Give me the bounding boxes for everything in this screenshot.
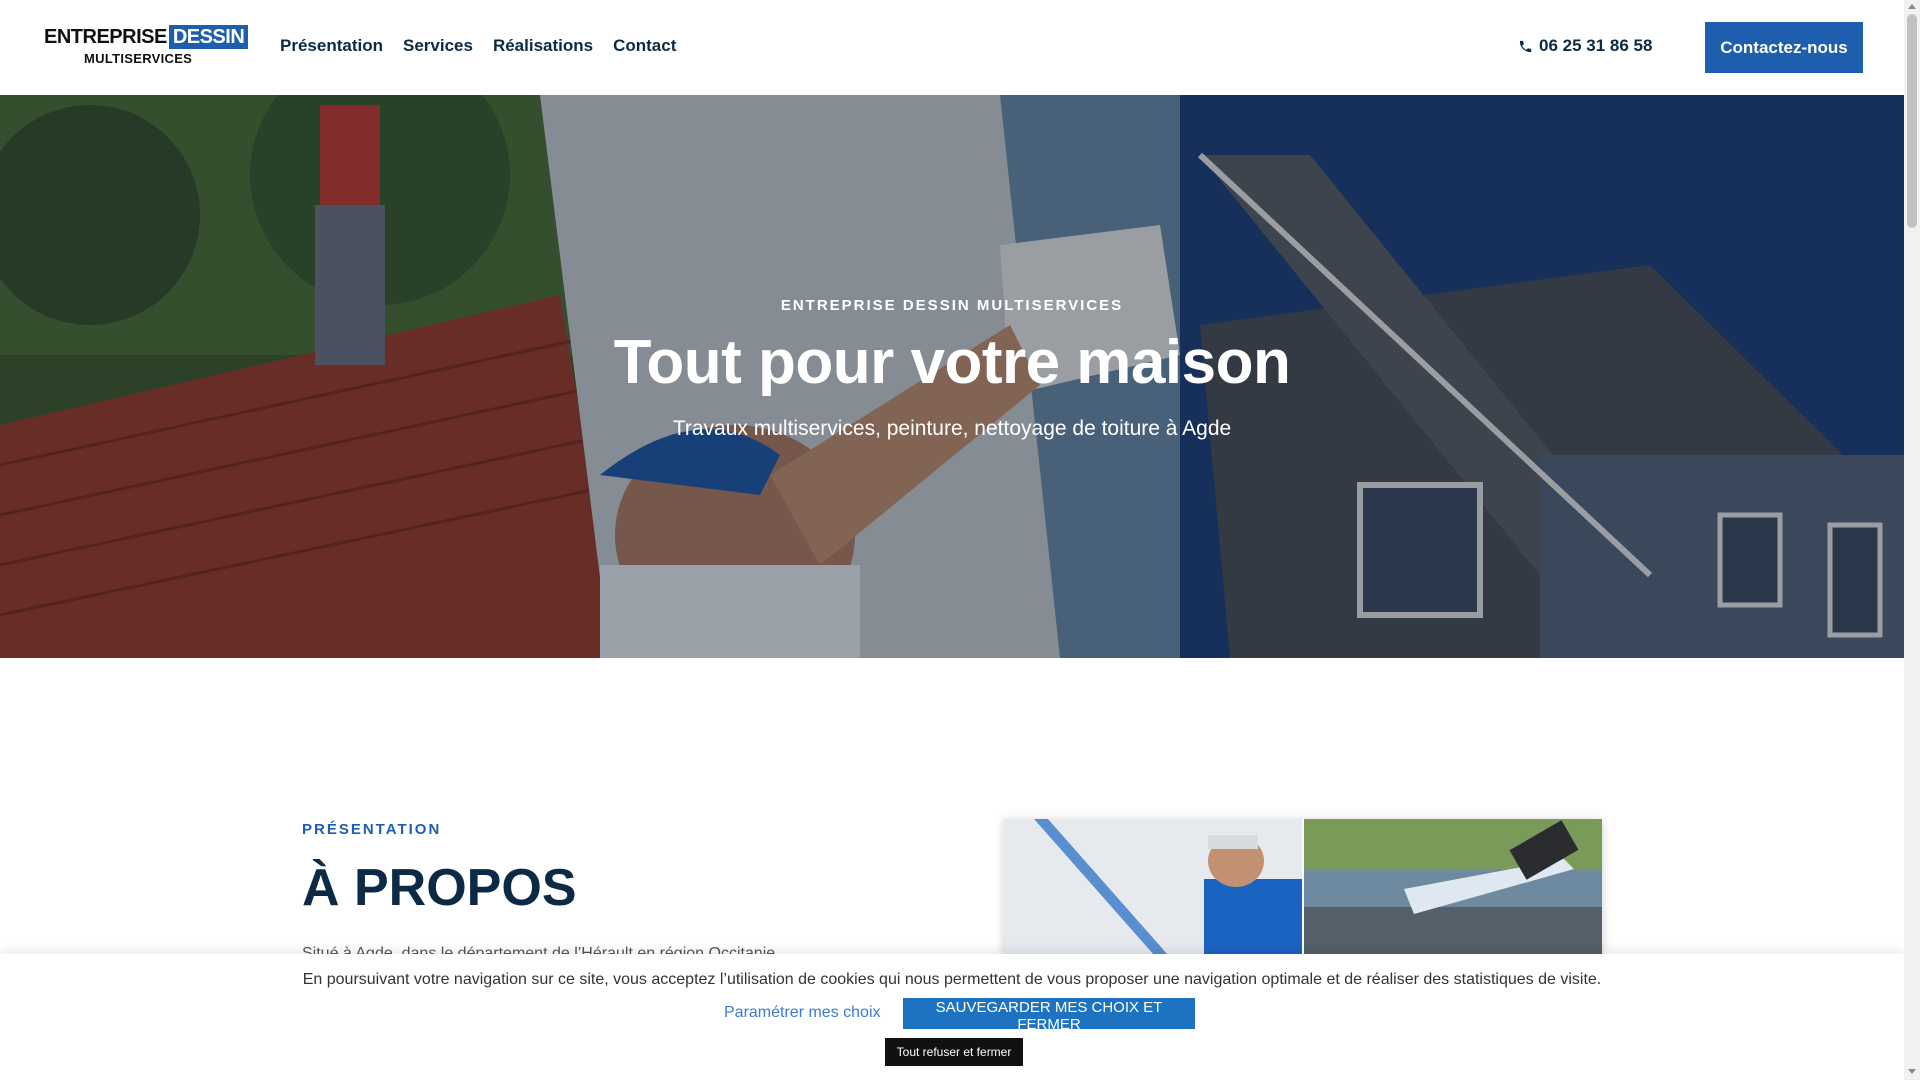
cookie-save-button[interactable]: SAUVEGARDER MES CHOIX ET FERMER [903,998,1195,1033]
main-nav: Présentation Services Réalisations Conta… [280,36,676,56]
hero-kicker: ENTREPRISE DESSIN MULTISERVICES [780,297,1124,314]
phone-number: 06 25 31 86 58 [1539,36,1653,55]
scroll-up-arrow-icon[interactable] [1908,4,1916,9]
scroll-down-arrow-icon[interactable] [1908,1069,1916,1074]
cookie-refuse-button[interactable]: Tout refuser et fermer [885,1038,1023,1066]
nav-item-realisations[interactable]: Réalisations [493,36,593,56]
nav-item-contact[interactable]: Contact [613,36,676,56]
hero-title: Tout pour votre maison [613,328,1291,397]
about-image [1004,819,1602,955]
logo[interactable]: ENTREPRISE DESSIN MULTISERVICES [44,24,249,72]
hero-subtitle: Travaux multiservices, peinture, nettoya… [672,417,1232,440]
contact-button[interactable]: Contactez-nous [1705,22,1863,73]
nav-item-presentation[interactable]: Présentation [280,36,383,56]
phone-icon [1519,40,1532,52]
cookie-message: En poursuivant votre navigation sur ce s… [302,971,1602,988]
about-kicker: PRÉSENTATION [302,821,442,838]
phone-link[interactable]: 06 25 31 86 58 [1518,36,1652,56]
about-title: À PROPOS [302,859,577,917]
logo-text-boxed: DESSIN [168,25,249,49]
about-image-graphic [1004,819,1602,955]
site-header: ENTREPRISE DESSIN MULTISERVICES Présentat… [0,0,1904,96]
scrollbar[interactable] [1904,0,1920,1080]
nav-item-services[interactable]: Services [403,36,473,56]
logo-subtitle: MULTISERVICES [84,51,193,66]
cookie-banner: En poursuivant votre navigation sur ce s… [0,954,1904,1080]
hero-banner: ENTREPRISE DESSIN MULTISERVICES Tout pou… [0,95,1904,658]
cookie-settings-link[interactable]: Paramétrer mes choix [724,1004,881,1022]
logo-text: ENTREPRISE [44,26,167,48]
scrollbar-thumb[interactable] [1907,14,1917,228]
